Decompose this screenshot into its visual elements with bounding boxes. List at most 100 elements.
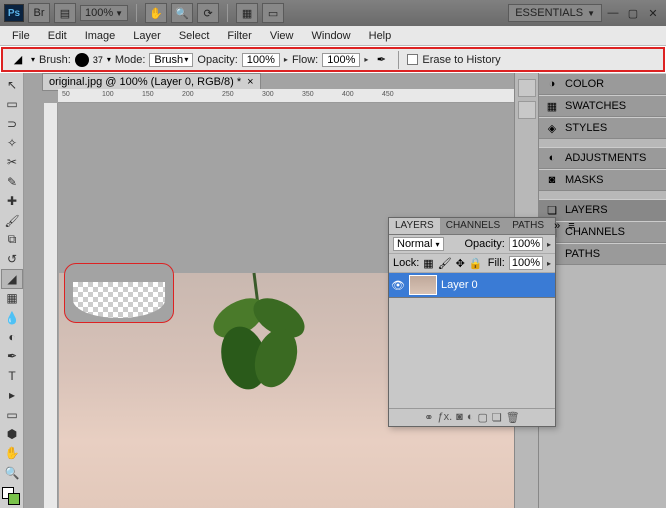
separator	[398, 51, 399, 69]
char-panel-icon[interactable]	[518, 79, 536, 97]
zoom-tool-icon[interactable]: 🔍	[1, 463, 23, 482]
brush-size: 37	[93, 55, 103, 65]
lock-paint-icon[interactable]: 🖌	[438, 257, 452, 270]
zoom-value: 100%	[85, 7, 113, 19]
path-select-tool-icon[interactable]: ▸	[1, 386, 23, 405]
menu-select[interactable]: Select	[171, 28, 218, 44]
lock-all-icon[interactable]: 🔒	[469, 257, 483, 270]
hand-icon[interactable]: ✋	[145, 3, 167, 23]
rotate-view-icon[interactable]: ⟳	[197, 3, 219, 23]
panel-adjustments[interactable]: ◐ADJUSTMENTS	[539, 147, 666, 169]
adjustment-add-icon[interactable]: ◐	[467, 411, 474, 424]
panel-paths[interactable]: ✎PATHS	[539, 243, 666, 265]
history-brush-tool-icon[interactable]: ↺	[1, 250, 23, 269]
toolbox: ↖ ▭ ⊃ ✧ ✂ ✎ ✚ 🖌 ⧉ ↺ ◢ ▦ 💧 ◐ ✒ T ▸ ▭ ⬢ ✋ …	[0, 73, 24, 508]
layers-floating-panel[interactable]: LAYERS CHANNELS PATHS » ≡ Normal ▾ Opaci…	[388, 217, 556, 427]
flow-input[interactable]: 100%	[322, 53, 360, 67]
dodge-tool-icon[interactable]: ◐	[1, 327, 23, 346]
wand-tool-icon[interactable]: ✧	[1, 133, 23, 152]
tab-paths[interactable]: PATHS	[506, 218, 550, 234]
menu-edit[interactable]: Edit	[40, 28, 75, 44]
3d-tool-icon[interactable]: ⬢	[1, 424, 23, 443]
maximize-button[interactable]: ▢	[624, 5, 642, 21]
layer-thumbnail[interactable]	[409, 275, 437, 295]
lock-trans-icon[interactable]: ▦	[423, 257, 433, 270]
bridge-icon[interactable]: Br	[28, 3, 50, 23]
screen-mode-sel-icon[interactable]: ▭	[262, 3, 284, 23]
shape-tool-icon[interactable]: ▭	[1, 405, 23, 424]
menu-window[interactable]: Window	[304, 28, 359, 44]
zoom-icon[interactable]: 🔍	[171, 3, 193, 23]
floating-tabs: LAYERS CHANNELS PATHS » ≡	[389, 218, 555, 235]
opacity-label: Opacity:	[197, 54, 237, 66]
close-tab-icon[interactable]: ×	[247, 76, 253, 88]
opacity-label: Opacity:	[464, 238, 504, 250]
mode-select[interactable]: Brush▾	[149, 53, 193, 67]
pen-tool-icon[interactable]: ✒	[1, 347, 23, 366]
menubar: File Edit Image Layer Select Filter View…	[0, 26, 666, 46]
screen-mode-icon[interactable]: ▤	[54, 3, 76, 23]
panel-styles[interactable]: ◈STYLES	[539, 117, 666, 139]
panel-collapse-icon[interactable]: »	[550, 218, 564, 234]
fill-input[interactable]: 100%	[509, 256, 543, 270]
adjust-icon: ◐	[545, 151, 559, 165]
para-panel-icon[interactable]	[518, 101, 536, 119]
brush-tool-icon[interactable]: 🖌	[1, 211, 23, 230]
lock-move-icon[interactable]: ✥	[456, 257, 465, 270]
lasso-tool-icon[interactable]: ⊃	[1, 114, 23, 133]
gradient-tool-icon[interactable]: ▦	[1, 289, 23, 308]
panel-color[interactable]: ◑COLOR	[539, 73, 666, 95]
menu-layer[interactable]: Layer	[125, 28, 169, 44]
brush-preview-icon[interactable]	[75, 53, 89, 67]
blur-tool-icon[interactable]: 💧	[1, 308, 23, 327]
tab-layers[interactable]: LAYERS	[389, 218, 440, 234]
crop-tool-icon[interactable]: ✂	[1, 153, 23, 172]
erase-history-checkbox[interactable]	[407, 54, 418, 65]
minimize-button[interactable]: —	[604, 5, 622, 21]
eyedropper-tool-icon[interactable]: ✎	[1, 172, 23, 191]
leaf-image	[184, 263, 334, 413]
menu-filter[interactable]: Filter	[219, 28, 259, 44]
move-tool-icon[interactable]: ↖	[1, 75, 23, 94]
swatches-icon: ▦	[545, 99, 559, 113]
airbrush-icon[interactable]: ✒	[372, 52, 390, 68]
close-button[interactable]: ✕	[644, 5, 662, 21]
opacity-input[interactable]: 100%	[242, 53, 280, 67]
blend-mode-select[interactable]: Normal ▾	[393, 237, 444, 251]
stamp-tool-icon[interactable]: ⧉	[1, 230, 23, 249]
group-icon[interactable]: ▢	[477, 411, 487, 424]
type-tool-icon[interactable]: T	[1, 366, 23, 385]
hand-tool-icon[interactable]: ✋	[1, 444, 23, 463]
panel-masks[interactable]: ◙MASKS	[539, 169, 666, 191]
color-swatches[interactable]	[0, 487, 22, 508]
workspace-label: ESSENTIALS	[515, 7, 583, 19]
eraser-tool-icon[interactable]: ◢	[9, 52, 27, 68]
workspace-picker[interactable]: ESSENTIALS▼	[508, 4, 602, 22]
menu-file[interactable]: File	[4, 28, 38, 44]
link-icon[interactable]: ⚭	[424, 411, 433, 424]
separator	[227, 4, 228, 22]
zoom-select[interactable]: 100%▼	[80, 5, 128, 21]
trash-icon[interactable]: 🗑	[506, 411, 520, 424]
eraser-tool-icon[interactable]: ◢	[1, 269, 23, 288]
menu-help[interactable]: Help	[361, 28, 400, 44]
masks-icon: ◙	[545, 173, 559, 187]
new-layer-icon[interactable]: ❏	[492, 411, 502, 424]
heal-tool-icon[interactable]: ✚	[1, 191, 23, 210]
ruler-horizontal: 50100150200250300350400450	[58, 89, 514, 103]
marquee-tool-icon[interactable]: ▭	[1, 94, 23, 113]
fx-icon[interactable]: ƒx.	[437, 411, 452, 424]
menu-image[interactable]: Image	[77, 28, 124, 44]
erase-history-label: Erase to History	[422, 54, 500, 66]
menu-view[interactable]: View	[262, 28, 302, 44]
layers-footer: ⚭ ƒx. ◙ ◐ ▢ ❏ 🗑	[389, 408, 555, 426]
panel-menu-icon[interactable]: ≡	[564, 218, 578, 234]
layer-opacity-input[interactable]: 100%	[509, 237, 543, 251]
tab-channels[interactable]: CHANNELS	[440, 218, 506, 234]
layer-row[interactable]: 👁 Layer 0	[389, 273, 555, 298]
arrange-docs-icon[interactable]: ▦	[236, 3, 258, 23]
titlebar: Ps Br ▤ 100%▼ ✋ 🔍 ⟳ ▦ ▭ ESSENTIALS▼ — ▢ …	[0, 0, 666, 26]
panel-swatches[interactable]: ▦SWATCHES	[539, 95, 666, 117]
mask-add-icon[interactable]: ◙	[456, 411, 463, 424]
visibility-icon[interactable]: 👁	[391, 279, 405, 292]
